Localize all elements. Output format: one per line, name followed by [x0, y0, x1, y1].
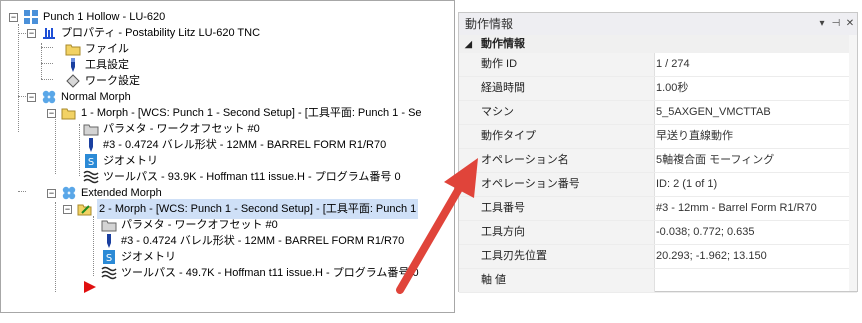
geometry-icon: S	[103, 250, 115, 264]
property-value: 5軸複合面 モーフィング	[656, 154, 775, 166]
panel-section-header[interactable]: ◢ 動作情報	[459, 35, 857, 53]
property-value: 20.293; -1.962; 13.150	[656, 250, 767, 262]
property-value: #3 - 12mm - Barrel Form R1/R70	[656, 202, 817, 214]
property-key: マシン	[459, 101, 655, 124]
open-folder-icon	[61, 108, 76, 120]
property-row[interactable]: オペレーション番号 ID: 2 (1 of 1)	[459, 173, 857, 197]
collapse-toggle[interactable]: −	[27, 93, 36, 102]
collapse-toggle[interactable]: −	[47, 189, 56, 198]
property-key: 経過時間	[459, 77, 655, 100]
property-row[interactable]: 動作タイプ 早送り直線動作	[459, 125, 857, 149]
insert-arrow-icon[interactable]	[83, 280, 97, 294]
parameters-folder-icon	[101, 220, 117, 232]
collapse-toggle[interactable]: −	[47, 109, 56, 118]
machine-group-icon	[24, 10, 38, 24]
property-row[interactable]: 工具番号 #3 - 12mm - Barrel Form R1/R70	[459, 197, 857, 221]
collapse-toggle[interactable]: −	[9, 13, 18, 22]
panel-title: 動作情報	[459, 13, 857, 35]
svg-text:S: S	[88, 157, 94, 168]
property-row[interactable]: 工具刃先位置 20.293; -1.962; 13.150	[459, 245, 857, 269]
property-row[interactable]: 軸 値	[459, 269, 857, 293]
property-value: 早送り直線動作	[656, 130, 733, 142]
property-value: 1 / 274	[656, 58, 690, 70]
active-operation-folder-icon	[77, 204, 92, 216]
property-value: ID: 2 (1 of 1)	[656, 178, 718, 190]
tool-icon	[71, 58, 75, 72]
property-row[interactable]: 動作 ID 1 / 274	[459, 53, 857, 77]
collapse-triangle-icon[interactable]: ◢	[465, 39, 472, 49]
property-value: 1.00秒	[656, 82, 689, 94]
toolpath-icon	[101, 266, 117, 280]
op2-toolpath-label: ツールパス - 49.7K - Hoffman t11 issue.H - プロ…	[121, 267, 419, 279]
property-value: -0.038; 0.772; 0.635	[656, 226, 755, 238]
collapse-toggle[interactable]: −	[63, 205, 72, 214]
toolpath-group-icon	[62, 186, 76, 200]
annotation-arrow	[396, 158, 478, 294]
tool-icon	[89, 138, 93, 152]
parameters-folder-icon	[83, 124, 99, 136]
scrollbar[interactable]	[849, 35, 857, 291]
property-row[interactable]: 工具方向 -0.038; 0.772; 0.635	[459, 221, 857, 245]
close-icon[interactable]: ✕	[843, 17, 857, 31]
operation-info-panel: 動作情報 ▾ ⊣ ✕ ◢ 動作情報 動作 ID 1 / 274 経過時間 1.00秒マ…	[458, 12, 858, 293]
property-value: 5_5AXGEN_VMCTTAB	[656, 106, 771, 118]
section-title: 動作情報	[480, 38, 525, 50]
collapse-toggle[interactable]: −	[27, 29, 36, 38]
folder-icon	[65, 44, 81, 56]
toolpath-group-icon	[42, 90, 56, 104]
property-row[interactable]: マシン 5_5AXGEN_VMCTTAB	[459, 101, 857, 125]
property-row[interactable]: 経過時間 1.00秒	[459, 77, 857, 101]
tool-icon	[107, 234, 111, 248]
pin-icon[interactable]: ⊣	[829, 17, 843, 31]
svg-text:S: S	[106, 253, 112, 264]
property-key: 動作 ID	[459, 53, 655, 76]
property-row[interactable]: オペレーション名 5軸複合面 モーフィング	[459, 149, 857, 173]
geometry-icon: S	[85, 154, 97, 168]
properties-icon	[43, 28, 55, 39]
dropdown-icon[interactable]: ▾	[815, 17, 829, 31]
